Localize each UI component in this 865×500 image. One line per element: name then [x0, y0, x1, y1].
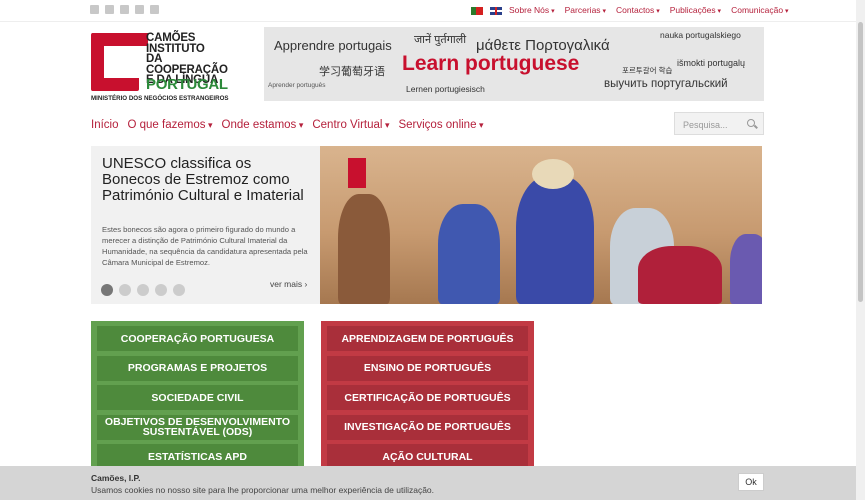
tile-cooperacao-portuguesa[interactable]: Cooperação Portuguesa — [97, 326, 298, 351]
news-slide: UNESCO classifica os Bonecos de Estremoz… — [91, 146, 320, 304]
nav-o-que-fazemos[interactable]: O que fazemos — [128, 119, 213, 131]
nav-onde-estamos[interactable]: Onde estamos — [222, 119, 304, 131]
nav-centro-virtual[interactable]: Centro Virtual — [312, 119, 389, 131]
slide-title[interactable]: UNESCO classifica os Bonecos de Estremoz… — [102, 156, 312, 204]
slide-text: Estes bonecos são agora o primeiro figur… — [102, 225, 308, 267]
slider-dots — [101, 284, 185, 296]
twitter-icon[interactable] — [105, 5, 114, 14]
tile-sociedade-civil[interactable]: Sociedade Civil — [97, 385, 298, 410]
logo-ministry: MINISTÉRIO DOS NEGÓCIOS ESTRANGEIROS — [91, 95, 229, 102]
slider-dot[interactable] — [119, 284, 131, 296]
camoes-logo[interactable]: CAMÕES INSTITUTO DA COOPERAÇÃO E DA LÍNG… — [91, 33, 241, 103]
uk-flag-icon[interactable] — [490, 7, 502, 15]
nav-inicio[interactable]: Início — [91, 119, 119, 131]
logo-portugal: PORTUGAL — [146, 76, 228, 93]
search-placeholder: Pesquisa... — [683, 120, 728, 130]
slide-image[interactable] — [320, 146, 762, 304]
scrollbar-thumb[interactable] — [858, 22, 863, 302]
cookie-ok-button[interactable]: Ok — [738, 473, 764, 491]
language-selector — [471, 7, 502, 15]
portugal-flag-icon[interactable] — [471, 7, 483, 15]
chat-icon[interactable] — [150, 5, 159, 14]
tile-ensino-portugues[interactable]: Ensino de Português — [327, 355, 528, 381]
facebook-icon[interactable] — [90, 5, 99, 14]
scrollbar[interactable] — [856, 0, 865, 500]
learn-portuguese-banner[interactable]: Apprendre portugais जानें पुर्तगाली μάθε… — [264, 27, 764, 101]
top-menu-sobre-nos[interactable]: Sobre Nós — [509, 5, 555, 15]
top-menu-publicacoes[interactable]: Publicações — [670, 5, 721, 15]
tile-programas-projetos[interactable]: Programas e Projetos — [97, 355, 298, 381]
top-bar: Sobre Nós Parcerias Contactos Publicaçõe… — [0, 0, 865, 22]
read-more-link[interactable]: ver mais — [270, 279, 307, 289]
tile-aprendizagem-portugues[interactable]: Aprendizagem de Português — [327, 326, 528, 351]
slider-dot[interactable] — [101, 284, 113, 296]
linkedin-icon[interactable] — [135, 5, 144, 14]
top-menu: Sobre Nós Parcerias Contactos Publicaçõe… — [509, 5, 789, 15]
social-links — [90, 5, 159, 14]
search-icon[interactable] — [747, 119, 755, 127]
top-menu-parcerias[interactable]: Parcerias — [565, 5, 606, 15]
slider-dot[interactable] — [173, 284, 185, 296]
banner-main-text: Learn portuguese — [402, 52, 580, 75]
main-nav: Início O que fazemos Onde estamos Centro… — [91, 119, 484, 131]
youtube-icon[interactable] — [120, 5, 129, 14]
language-tile: Aprendizagem de Português Ensino de Port… — [321, 321, 534, 471]
cooperation-tile: Cooperação Portuguesa Programas e Projet… — [91, 321, 304, 471]
slider-dot[interactable] — [137, 284, 149, 296]
nav-servicos-online[interactable]: Serviços online — [398, 119, 483, 131]
top-menu-contactos[interactable]: Contactos — [616, 5, 660, 15]
logo-c-mark — [91, 33, 148, 91]
cookie-title: Camões, I.P. — [91, 473, 141, 483]
cookie-text: Usamos cookies no nosso site para lhe pr… — [91, 485, 435, 495]
top-menu-comunicacao[interactable]: Comunicação — [731, 5, 788, 15]
search-input[interactable]: Pesquisa... — [674, 112, 764, 135]
tile-ods[interactable]: Objetivos de Desenvolvimento Sustentável… — [97, 414, 298, 440]
tile-investigacao-portugues[interactable]: Investigação de Português — [327, 414, 528, 440]
slider-dot[interactable] — [155, 284, 167, 296]
cookie-banner: Camões, I.P. Usamos cookies no nosso sit… — [0, 466, 865, 500]
tile-certificacao-portugues[interactable]: Certificação de Português — [327, 385, 528, 410]
